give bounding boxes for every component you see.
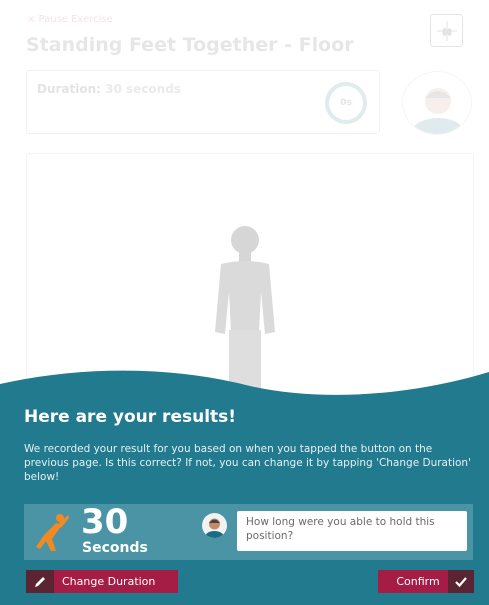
stretch-person-icon — [36, 514, 69, 551]
pencil-icon — [26, 570, 54, 593]
result-card: 30 Seconds How long were you able to hol… — [24, 502, 473, 560]
feet-position-icon — [437, 21, 457, 41]
question-bubble: How long were you able to hold this posi… — [237, 511, 467, 551]
change-duration-label: Change Duration — [62, 575, 156, 588]
results-description: We recorded your result for you based on… — [24, 443, 471, 483]
confirm-label: Confirm — [396, 575, 440, 588]
duration-card: Duration: 30 seconds 0s — [26, 70, 380, 134]
checkmark-icon — [448, 570, 474, 593]
result-unit: Seconds — [82, 540, 148, 556]
confirm-button[interactable]: Confirm — [378, 570, 474, 593]
exercise-title: Standing Feet Together - Floor — [26, 34, 354, 56]
results-panel: Here are your results! We recorded your … — [0, 399, 489, 605]
assistant-avatar — [202, 513, 227, 538]
pause-exercise-link[interactable]: × Pause Exercise — [27, 14, 113, 25]
duration-value: 30 seconds — [105, 82, 181, 96]
timer-ring: 0s — [325, 82, 367, 124]
timer-text: 0s — [340, 98, 352, 108]
result-value: 30 — [81, 502, 129, 542]
duration-label: Duration: — [37, 82, 101, 96]
results-title: Here are your results! — [24, 407, 237, 427]
feet-position-button[interactable] — [430, 14, 463, 47]
coach-avatar — [402, 71, 472, 135]
change-duration-button[interactable]: Change Duration — [26, 570, 178, 593]
